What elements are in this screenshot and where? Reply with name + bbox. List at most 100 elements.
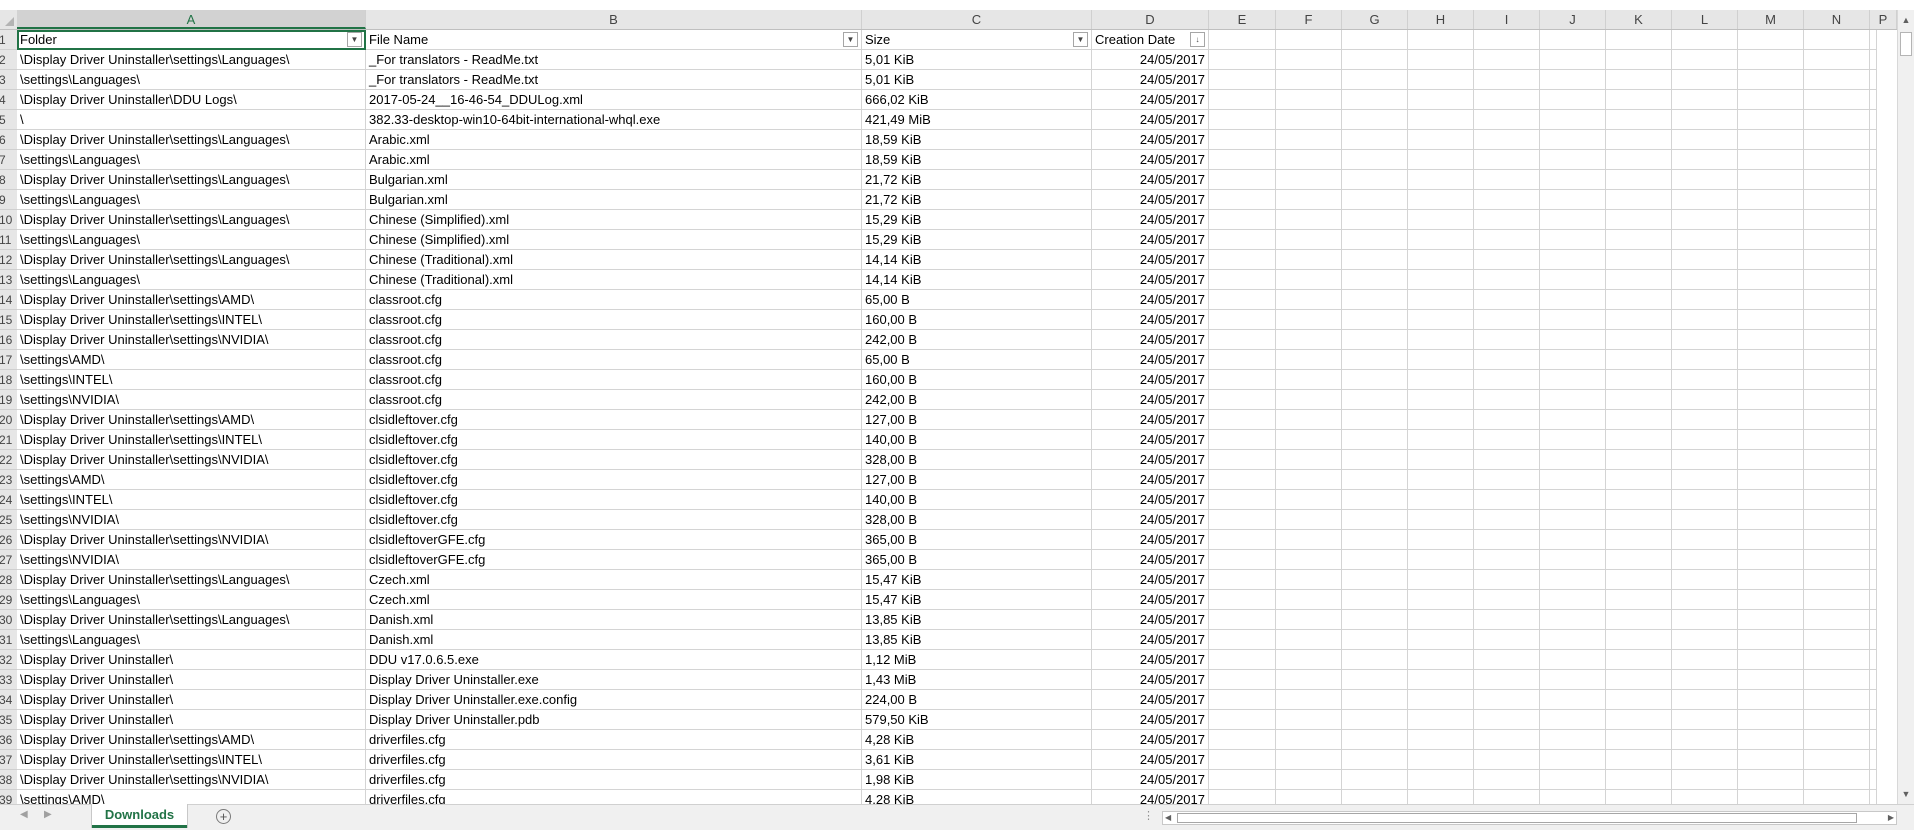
empty-cell[interactable] <box>1540 110 1606 130</box>
empty-cell[interactable] <box>1804 730 1870 750</box>
column-header-n[interactable]: N <box>1804 10 1870 29</box>
empty-cell[interactable] <box>1738 190 1804 210</box>
row-number[interactable]: 11 <box>0 230 17 250</box>
empty-cell[interactable] <box>1276 710 1342 730</box>
empty-cell[interactable] <box>1738 550 1804 570</box>
row-number[interactable]: 15 <box>0 310 17 330</box>
empty-cell[interactable] <box>1209 530 1276 550</box>
empty-cell[interactable] <box>1672 70 1738 90</box>
row-number[interactable]: 7 <box>0 150 17 170</box>
empty-cell[interactable] <box>1804 330 1870 350</box>
empty-cell[interactable] <box>1540 390 1606 410</box>
empty-cell[interactable] <box>1209 30 1276 50</box>
creation-date-cell[interactable]: 24/05/2017 <box>1092 570 1209 590</box>
empty-cell[interactable] <box>1474 730 1540 750</box>
empty-cell[interactable] <box>1606 570 1672 590</box>
empty-cell[interactable] <box>1276 670 1342 690</box>
creation-date-cell[interactable]: 24/05/2017 <box>1092 670 1209 690</box>
empty-cell[interactable] <box>1342 530 1408 550</box>
empty-cell[interactable] <box>1276 30 1342 50</box>
empty-cell[interactable] <box>1540 190 1606 210</box>
row-number[interactable]: 8 <box>0 170 17 190</box>
size-cell[interactable]: 18,59 KiB <box>862 150 1092 170</box>
empty-cell[interactable] <box>1804 170 1870 190</box>
empty-cell[interactable] <box>1408 730 1474 750</box>
empty-cell[interactable] <box>1738 330 1804 350</box>
row-number[interactable]: 33 <box>0 670 17 690</box>
filter-dropdown-icon[interactable]: ▼ <box>347 32 362 47</box>
creation-date-cell[interactable]: 24/05/2017 <box>1092 530 1209 550</box>
folder-cell[interactable]: \Display Driver Uninstaller\ <box>17 670 366 690</box>
empty-cell[interactable] <box>1804 490 1870 510</box>
empty-cell[interactable] <box>1276 270 1342 290</box>
size-cell[interactable]: 21,72 KiB <box>862 170 1092 190</box>
empty-cell[interactable] <box>1870 50 1877 70</box>
empty-cell[interactable] <box>1540 310 1606 330</box>
empty-cell[interactable] <box>1276 70 1342 90</box>
empty-cell[interactable] <box>1474 690 1540 710</box>
empty-cell[interactable] <box>1276 790 1342 804</box>
empty-cell[interactable] <box>1606 610 1672 630</box>
creation-date-cell[interactable]: 24/05/2017 <box>1092 210 1209 230</box>
folder-cell[interactable]: \settings\AMD\ <box>17 470 366 490</box>
header-cell-folder[interactable]: Folder ▼ <box>17 30 366 50</box>
folder-cell[interactable]: \settings\NVIDIA\ <box>17 390 366 410</box>
empty-cell[interactable] <box>1276 570 1342 590</box>
empty-cell[interactable] <box>1276 590 1342 610</box>
empty-cell[interactable] <box>1342 450 1408 470</box>
scroll-down-icon[interactable]: ▼ <box>1899 786 1913 802</box>
empty-cell[interactable] <box>1540 710 1606 730</box>
empty-cell[interactable] <box>1804 310 1870 330</box>
empty-cell[interactable] <box>1870 650 1877 670</box>
size-cell[interactable]: 1,12 MiB <box>862 650 1092 670</box>
creation-date-cell[interactable]: 24/05/2017 <box>1092 730 1209 750</box>
folder-cell[interactable]: \Display Driver Uninstaller\settings\AMD… <box>17 730 366 750</box>
empty-cell[interactable] <box>1209 490 1276 510</box>
header-cell-creation-date[interactable]: Creation Date ↓ <box>1092 30 1209 50</box>
folder-cell[interactable]: \settings\AMD\ <box>17 790 366 804</box>
empty-cell[interactable] <box>1738 110 1804 130</box>
file-name-cell[interactable]: Bulgarian.xml <box>366 170 862 190</box>
folder-cell[interactable]: \Display Driver Uninstaller\settings\NVI… <box>17 330 366 350</box>
empty-cell[interactable] <box>1738 410 1804 430</box>
creation-date-cell[interactable]: 24/05/2017 <box>1092 690 1209 710</box>
empty-cell[interactable] <box>1870 330 1877 350</box>
empty-cell[interactable] <box>1408 410 1474 430</box>
empty-cell[interactable] <box>1342 430 1408 450</box>
empty-cell[interactable] <box>1408 50 1474 70</box>
empty-cell[interactable] <box>1804 130 1870 150</box>
file-name-cell[interactable]: driverfiles.cfg <box>366 790 862 804</box>
empty-cell[interactable] <box>1870 510 1877 530</box>
folder-cell[interactable]: \Display Driver Uninstaller\DDU Logs\ <box>17 90 366 110</box>
creation-date-cell[interactable]: 24/05/2017 <box>1092 430 1209 450</box>
column-header-d[interactable]: D <box>1092 10 1209 29</box>
empty-cell[interactable] <box>1672 310 1738 330</box>
empty-cell[interactable] <box>1474 470 1540 490</box>
empty-cell[interactable] <box>1672 210 1738 230</box>
empty-cell[interactable] <box>1276 110 1342 130</box>
row-number[interactable]: 21 <box>0 430 17 450</box>
empty-cell[interactable] <box>1606 190 1672 210</box>
empty-cell[interactable] <box>1672 350 1738 370</box>
column-header-f[interactable]: F <box>1276 10 1342 29</box>
empty-cell[interactable] <box>1870 630 1877 650</box>
empty-cell[interactable] <box>1738 90 1804 110</box>
empty-cell[interactable] <box>1276 130 1342 150</box>
empty-cell[interactable] <box>1408 790 1474 804</box>
empty-cell[interactable] <box>1738 670 1804 690</box>
empty-cell[interactable] <box>1209 630 1276 650</box>
empty-cell[interactable] <box>1342 210 1408 230</box>
empty-cell[interactable] <box>1672 150 1738 170</box>
creation-date-cell[interactable]: 24/05/2017 <box>1092 170 1209 190</box>
size-cell[interactable]: 65,00 B <box>862 350 1092 370</box>
empty-cell[interactable] <box>1738 750 1804 770</box>
empty-cell[interactable] <box>1540 790 1606 804</box>
empty-cell[interactable] <box>1209 710 1276 730</box>
empty-cell[interactable] <box>1606 710 1672 730</box>
empty-cell[interactable] <box>1408 710 1474 730</box>
column-header-l[interactable]: L <box>1672 10 1738 29</box>
folder-cell[interactable]: \settings\NVIDIA\ <box>17 550 366 570</box>
prev-sheet-icon[interactable]: ◀ <box>20 809 28 820</box>
empty-cell[interactable] <box>1540 690 1606 710</box>
empty-cell[interactable] <box>1606 410 1672 430</box>
